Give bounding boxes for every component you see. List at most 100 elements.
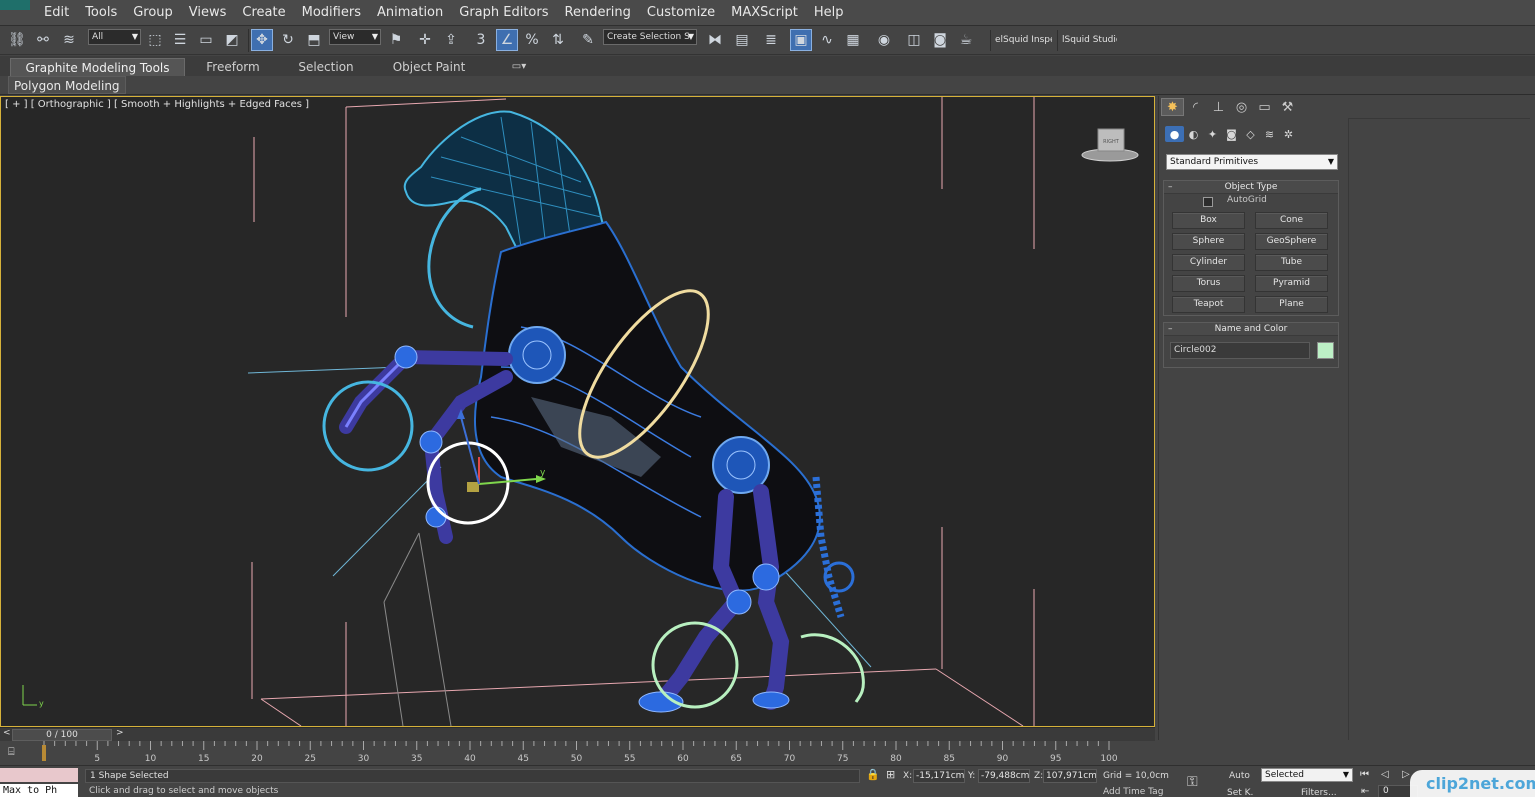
teapot-button[interactable]: Teapot bbox=[1172, 296, 1245, 313]
keyboard-shortcut-override-icon[interactable]: ⇪ bbox=[440, 29, 462, 51]
space-warps-icon[interactable]: ≋ bbox=[1260, 126, 1279, 142]
polygon-modeling-panel[interactable]: Polygon Modeling bbox=[8, 76, 126, 94]
shapes-icon[interactable]: ◐ bbox=[1184, 126, 1203, 142]
tab-freeform[interactable]: Freeform bbox=[192, 58, 274, 76]
time-slider-prev-arrow[interactable]: < bbox=[3, 728, 11, 738]
ribbon-options-icon[interactable]: ▭▾ bbox=[502, 58, 536, 76]
align-icon[interactable]: ▤ bbox=[731, 29, 753, 51]
menu-graph-editors[interactable]: Graph Editors bbox=[451, 5, 556, 21]
time-slider[interactable]: < 0 / 100 > bbox=[0, 727, 1155, 741]
set-keys-key-icon[interactable]: ⚿ bbox=[1187, 774, 1198, 790]
key-mode-toggle-icon[interactable]: ⇤ bbox=[1361, 786, 1369, 797]
rendered-frame-window-icon[interactable]: ◙ bbox=[929, 29, 951, 51]
cylinder-button[interactable]: Cylinder bbox=[1172, 254, 1245, 271]
curve-editor-icon[interactable]: ∿ bbox=[816, 29, 838, 51]
render-setup-icon[interactable]: ◫ bbox=[903, 29, 925, 51]
maxscript-mini-listener-output[interactable] bbox=[0, 768, 78, 782]
mirror-icon[interactable]: ⧓ bbox=[704, 29, 726, 51]
window-crossing-icon[interactable]: ◩ bbox=[221, 29, 243, 51]
auto-key-button[interactable]: Auto bbox=[1229, 769, 1250, 783]
menu-maxscript[interactable]: MAXScript bbox=[723, 5, 806, 21]
box-button[interactable]: Box bbox=[1172, 212, 1245, 229]
plugin-studio-button[interactable]: lSquid Studio \ bbox=[1057, 30, 1117, 51]
angle-snap-toggle-icon[interactable]: ∠ bbox=[496, 29, 518, 51]
maxscript-mini-listener-input[interactable]: Max to Ph bbox=[0, 784, 78, 797]
named-selection-sets-dropdown[interactable]: Create Selection S ▼ bbox=[603, 29, 697, 45]
shoulder-joint[interactable] bbox=[508, 326, 566, 384]
absolute-mode-icon[interactable]: ⊞ bbox=[886, 768, 895, 781]
motion-tab-icon[interactable]: ◎ bbox=[1230, 98, 1253, 116]
z-coordinate-field[interactable]: 107,971cm bbox=[1043, 769, 1097, 783]
previous-frame-icon[interactable]: ◁ bbox=[1381, 769, 1389, 780]
menu-modifiers[interactable]: Modifiers bbox=[294, 5, 369, 21]
rectangular-selection-icon[interactable]: ▭ bbox=[195, 29, 217, 51]
key-filter-dropdown[interactable]: Selected ▼ bbox=[1261, 768, 1353, 782]
layer-manager-icon[interactable]: ≣ bbox=[760, 29, 782, 51]
link-icon[interactable]: ⛓ bbox=[6, 29, 28, 51]
viewcube[interactable]: RIGHT bbox=[1081, 128, 1139, 162]
primitive-category-dropdown[interactable]: Standard Primitives ▼ bbox=[1166, 154, 1338, 170]
material-editor-icon[interactable]: ◉ bbox=[873, 29, 895, 51]
tab-graphite-modeling-tools[interactable]: Graphite Modeling Tools bbox=[10, 58, 185, 76]
key-filters-button[interactable]: Filters... bbox=[1301, 786, 1337, 797]
graphite-toggle-icon[interactable]: ▣ bbox=[790, 29, 812, 51]
open-mini-curve-editor-icon[interactable]: ⌸ bbox=[8, 746, 24, 758]
sphere-button[interactable]: Sphere bbox=[1172, 233, 1245, 250]
cone-button[interactable]: Cone bbox=[1255, 212, 1328, 229]
tab-selection[interactable]: Selection bbox=[285, 58, 367, 76]
geometry-icon[interactable]: ● bbox=[1165, 126, 1184, 142]
unlink-icon[interactable]: ⚯ bbox=[32, 29, 54, 51]
select-and-rotate-icon[interactable]: ↻ bbox=[277, 29, 299, 51]
select-and-scale-icon[interactable]: ⬒ bbox=[303, 29, 325, 51]
time-slider-thumb[interactable]: 0 / 100 bbox=[12, 729, 112, 741]
spinner-snap-icon[interactable]: ⇅ bbox=[547, 29, 569, 51]
lock-selection-icon[interactable]: 🔒 bbox=[866, 768, 880, 781]
object-color-swatch[interactable] bbox=[1317, 342, 1334, 359]
autogrid-checkbox[interactable] bbox=[1203, 197, 1213, 207]
modify-tab-icon[interactable]: ◜ bbox=[1184, 98, 1207, 116]
neck-control-circle[interactable] bbox=[427, 187, 482, 329]
create-tab-icon[interactable]: ✸ bbox=[1161, 98, 1184, 116]
menu-customize[interactable]: Customize bbox=[639, 5, 723, 21]
percent-snap-toggle-icon[interactable]: % bbox=[521, 29, 543, 51]
reference-coordinate-dropdown[interactable]: View ▼ bbox=[329, 29, 381, 45]
plugin-inspector-button[interactable]: elSquid Inspec bbox=[990, 30, 1052, 51]
schematic-view-icon[interactable]: ▦ bbox=[842, 29, 864, 51]
pyramid-button[interactable]: Pyramid bbox=[1255, 275, 1328, 292]
play-animation-icon[interactable]: ▷ bbox=[1402, 769, 1410, 780]
edit-named-selection-icon[interactable]: ✎ bbox=[577, 29, 599, 51]
application-button[interactable] bbox=[0, 0, 30, 10]
plane-button[interactable]: Plane bbox=[1255, 296, 1328, 313]
selection-filter-dropdown[interactable]: All ▼ bbox=[88, 29, 141, 45]
horse-tail[interactable] bbox=[812, 476, 845, 619]
torus-button[interactable]: Torus bbox=[1172, 275, 1245, 292]
select-by-name-icon[interactable]: ☰ bbox=[169, 29, 191, 51]
menu-animation[interactable]: Animation bbox=[369, 5, 451, 21]
menu-tools[interactable]: Tools bbox=[77, 5, 125, 21]
utilities-tab-icon[interactable]: ⚒ bbox=[1276, 98, 1299, 116]
go-to-start-icon[interactable]: ⏮ bbox=[1360, 769, 1369, 780]
display-tab-icon[interactable]: ▭ bbox=[1253, 98, 1276, 116]
menu-group[interactable]: Group bbox=[125, 5, 181, 21]
tab-object-paint[interactable]: Object Paint bbox=[378, 58, 480, 76]
name-and-color-rollout-header[interactable]: – Name and Color bbox=[1164, 323, 1338, 336]
geosphere-button[interactable]: GeoSphere bbox=[1255, 233, 1328, 250]
menu-help[interactable]: Help bbox=[806, 5, 852, 21]
y-coordinate-field[interactable]: -79,488cm bbox=[978, 769, 1030, 783]
x-coordinate-field[interactable]: -15,171cm bbox=[913, 769, 965, 783]
menu-create[interactable]: Create bbox=[234, 5, 293, 21]
snaps-toggle-icon[interactable]: 3 bbox=[470, 29, 492, 51]
perspective-viewport[interactable]: y RIGHT y [ + ] [ Orthographic ] [ Smoot… bbox=[0, 96, 1155, 727]
lights-icon[interactable]: ✦ bbox=[1203, 126, 1222, 142]
hind-right-control-circle[interactable] bbox=[800, 633, 865, 703]
menu-edit[interactable]: Edit bbox=[36, 5, 77, 21]
gizmo-plane-handle[interactable] bbox=[467, 482, 479, 492]
object-name-field[interactable]: Circle002 bbox=[1170, 342, 1310, 359]
select-object-icon[interactable]: ⬚ bbox=[144, 29, 166, 51]
object-type-rollout-header[interactable]: – Object Type bbox=[1164, 181, 1338, 194]
viewport-label[interactable]: [ + ] [ Orthographic ] [ Smooth + Highli… bbox=[5, 99, 309, 110]
set-key-button[interactable]: Set K. bbox=[1227, 786, 1253, 797]
tube-button[interactable]: Tube bbox=[1255, 254, 1328, 271]
track-bar[interactable]: ⌸ 5 10 15 20 25 30 35 40 45 50 55 60 65 70 75 80 85 90 95 1… bbox=[0, 741, 1155, 765]
horse-model[interactable] bbox=[339, 110, 855, 713]
